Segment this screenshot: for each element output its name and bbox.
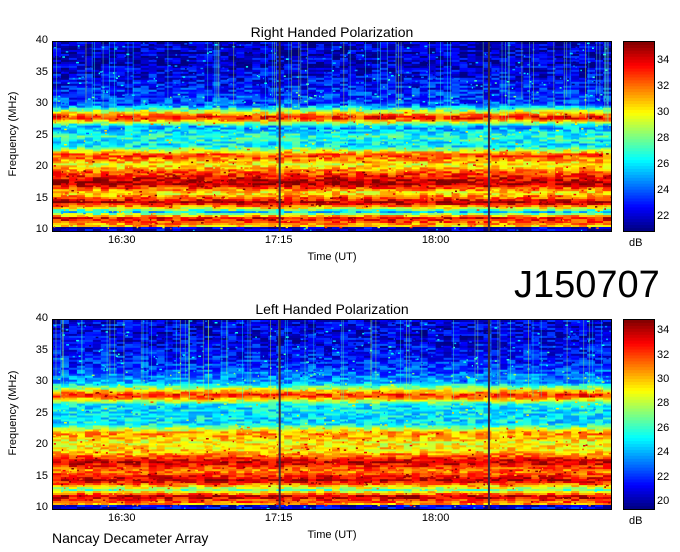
y-tick-label: 15 — [35, 191, 48, 204]
spectrogram-right — [52, 41, 612, 232]
y-tick-label: 40 — [35, 34, 48, 46]
y-tick-label: 35 — [35, 65, 48, 78]
y-tick-label: 30 — [35, 97, 48, 109]
y-tick-label: 10 — [35, 223, 48, 235]
y-tick-label: 25 — [35, 128, 48, 141]
panel-title-right: Right Handed Polarization — [250, 24, 414, 40]
y-axis-label-right: Frequency (MHz) — [7, 91, 19, 177]
y-tick-label: 20 — [35, 160, 48, 172]
spectrogram-right-svg — [53, 42, 611, 231]
